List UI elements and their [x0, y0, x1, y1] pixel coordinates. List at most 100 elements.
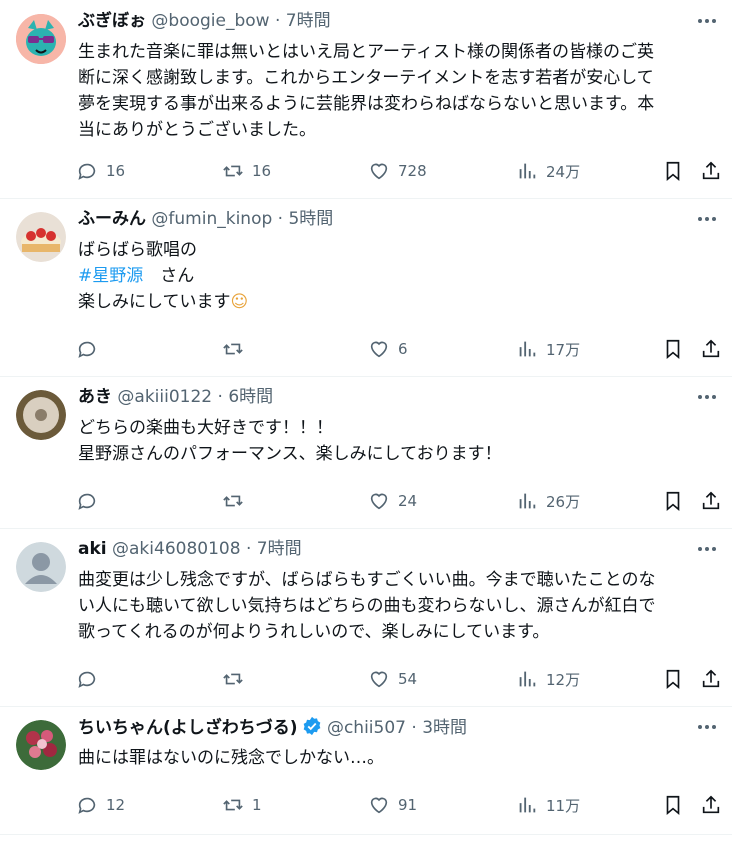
flower-bouquet-avatar-icon	[16, 720, 66, 770]
heart-icon	[370, 797, 388, 814]
share-button[interactable]	[700, 337, 722, 361]
view-count: 17万	[546, 340, 581, 359]
share-icon	[702, 795, 720, 814]
text-line: 当にありがとうございました。	[78, 120, 316, 140]
retweet-button[interactable]	[222, 489, 252, 513]
action-bar: 12 1 91 11万	[76, 793, 726, 817]
cake-avatar-icon	[16, 212, 66, 262]
tweet-text: ばらばら歌唱の #星野源 さん 楽しみにしています☺	[78, 237, 718, 315]
like-button[interactable]: 6	[368, 337, 408, 361]
like-button[interactable]: 91	[368, 793, 417, 817]
tweet-text: どちらの楽曲も大好きです！！！ 星野源さんのパフォーマンス、楽しみにしております…	[78, 415, 718, 467]
tweet-header: ぶぎぼぉ @boogie_bow · 7時間	[78, 10, 331, 32]
view-count: 12万	[546, 670, 581, 689]
avatar[interactable]	[16, 542, 66, 592]
like-button[interactable]: 24	[368, 489, 417, 513]
bookmark-button[interactable]	[662, 793, 684, 817]
retweet-icon	[223, 495, 243, 507]
separator: ·	[277, 209, 284, 229]
tweet-3[interactable]: あき @akiii0122 · 6時間 どちらの楽曲も大好きです！！！ 星野源さ…	[0, 376, 732, 529]
reply-button[interactable]	[76, 337, 106, 361]
share-button[interactable]	[700, 793, 722, 817]
display-name[interactable]: あき	[78, 387, 112, 407]
like-button[interactable]: 728	[368, 159, 427, 183]
views-button[interactable]: 26万	[516, 489, 580, 513]
bookmark-icon	[666, 795, 680, 816]
view-count: 11万	[546, 796, 581, 815]
display-name[interactable]: ちいちゃん(よしざわちづる)	[78, 718, 298, 738]
reply-count: 16	[106, 162, 126, 180]
tweet-2[interactable]: ふーみん @fumin_kinop · 5時間 ばらばら歌唱の #星野源 さん …	[0, 198, 732, 377]
share-button[interactable]	[700, 489, 722, 513]
default-profile-icon	[16, 542, 66, 592]
bookmark-button[interactable]	[662, 667, 684, 691]
display-name[interactable]: ふーみん	[78, 209, 146, 229]
views-button[interactable]: 24万	[516, 159, 580, 183]
tweet-header: あき @akiii0122 · 6時間	[78, 386, 273, 408]
timestamp[interactable]: 5時間	[288, 209, 333, 229]
share-button[interactable]	[700, 159, 722, 183]
tweet-4[interactable]: aki @aki46080108 · 7時間 曲変更は少し残念ですが、ばらばらも…	[0, 528, 732, 707]
retweet-button[interactable]: 16	[222, 159, 271, 183]
timestamp[interactable]: 3時間	[422, 718, 467, 738]
user-handle[interactable]: @boogie_bow	[151, 11, 269, 31]
tweet-text: 生まれた音楽に罪は無いとはいえ局とアーティスト様の関係者の皆様のご英 断に深く感…	[78, 39, 718, 143]
action-bar: 24 26万	[76, 489, 726, 513]
like-button[interactable]: 54	[368, 667, 417, 691]
avatar[interactable]	[16, 14, 66, 64]
more-options-icon[interactable]	[696, 386, 718, 408]
more-options-icon[interactable]	[696, 208, 718, 230]
action-bar: 6 17万	[76, 337, 726, 361]
tweet-1[interactable]: ぶぎぼぉ @boogie_bow · 7時間 生まれた音楽に罪は無いとはいえ局と…	[0, 0, 732, 199]
retweet-icon	[223, 343, 243, 355]
display-name[interactable]: aki	[78, 539, 107, 559]
bookmark-button[interactable]	[662, 489, 684, 513]
user-handle[interactable]: @akiii0122	[117, 387, 212, 407]
reply-button[interactable]	[76, 489, 106, 513]
text-line: 曲には罪はないのに残念でしかない…。	[78, 748, 384, 768]
like-count: 6	[398, 340, 408, 358]
retweet-button[interactable]: 1	[222, 793, 262, 817]
timestamp[interactable]: 6時間	[228, 387, 273, 407]
reply-button[interactable]: 16	[76, 159, 125, 183]
avatar[interactable]	[16, 212, 66, 262]
user-handle[interactable]: @fumin_kinop	[151, 209, 272, 229]
display-name[interactable]: ぶぎぼぉ	[78, 11, 146, 31]
user-handle[interactable]: @chii507	[327, 718, 406, 738]
bookmark-icon	[666, 491, 680, 512]
avatar[interactable]	[16, 720, 66, 770]
retweet-button[interactable]	[222, 337, 252, 361]
retweet-button[interactable]	[222, 667, 252, 691]
timestamp[interactable]: 7時間	[257, 539, 302, 559]
bookmark-button[interactable]	[662, 159, 684, 183]
hashtag-link[interactable]: #星野源	[78, 266, 143, 286]
tweet-header: ふーみん @fumin_kinop · 5時間	[78, 208, 333, 230]
share-button[interactable]	[700, 667, 722, 691]
avatar[interactable]	[16, 390, 66, 440]
like-count: 24	[398, 492, 418, 510]
timestamp[interactable]: 7時間	[286, 11, 331, 31]
share-icon	[702, 669, 720, 688]
more-options-icon[interactable]	[696, 10, 718, 32]
text-line: 星野源さんのパフォーマンス、楽しみにしております！	[78, 444, 502, 464]
tweet-5[interactable]: ちいちゃん(よしざわちづる) @chii507 · 3時間 曲には罪はないのに残…	[0, 706, 732, 835]
views-button[interactable]: 17万	[516, 337, 580, 361]
smiling-face-emoji: ☺	[230, 292, 249, 312]
more-options-icon[interactable]	[696, 716, 718, 738]
bookmark-button[interactable]	[662, 337, 684, 361]
heart-icon	[370, 163, 388, 180]
heart-icon	[370, 341, 388, 358]
views-button[interactable]: 12万	[516, 667, 580, 691]
text-segment: 楽しみにしています	[78, 292, 231, 312]
share-icon	[702, 339, 720, 358]
views-button[interactable]: 11万	[516, 793, 580, 817]
action-bar: 16 16 728 24万	[76, 159, 726, 183]
more-options-icon[interactable]	[696, 538, 718, 560]
heart-icon	[370, 671, 388, 688]
share-icon	[702, 161, 720, 180]
text-line: 曲変更は少し残念ですが、ばらばらもすごくいい曲。今まで聴いたことのな	[78, 570, 656, 590]
retweet-icon	[223, 799, 243, 811]
reply-button[interactable]: 12	[76, 793, 125, 817]
reply-button[interactable]	[76, 667, 106, 691]
user-handle[interactable]: @aki46080108	[112, 539, 241, 559]
